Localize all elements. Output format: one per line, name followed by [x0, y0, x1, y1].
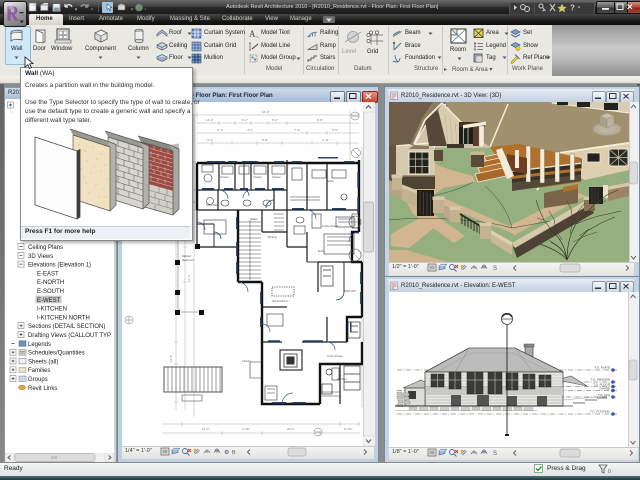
- svg-text:Stairs: Stairs: [250, 217, 258, 221]
- svg-text:8'-2": 8'-2": [242, 118, 248, 122]
- svg-text:7'-3": 7'-3": [294, 128, 300, 132]
- svg-text:T.O. WINDOW: T.O. WINDOW: [591, 378, 611, 382]
- svg-text:I-KITCHEN NORTH: I-KITCHEN NORTH: [37, 315, 90, 321]
- svg-text:T.O. PLATE: T.O. PLATE: [594, 366, 610, 370]
- svg-text:9'-8": 9'-8": [317, 118, 323, 122]
- svg-text:E-EAST: E-EAST: [37, 271, 59, 277]
- svg-text:Mstr Bath: Mstr Bath: [206, 203, 219, 207]
- svg-text:Sections (DETAIL SECTION): Sections (DETAIL SECTION): [28, 324, 105, 330]
- svg-text:Legends: Legends: [28, 342, 51, 348]
- svg-text:6'-1": 6'-1": [217, 128, 223, 132]
- svg-text:Closet: Closet: [253, 175, 262, 179]
- svg-text:Families: Families: [28, 368, 50, 374]
- svg-text:E-NORTH: E-NORTH: [37, 280, 64, 286]
- svg-text:3D Views: 3D Views: [28, 254, 53, 260]
- svg-text:5'-8": 5'-8": [262, 138, 268, 142]
- svg-text:12'-4": 12'-4": [206, 118, 214, 122]
- svg-text:Groups: Groups: [28, 377, 48, 383]
- svg-text:GRADE: GRADE: [599, 387, 610, 391]
- svg-text:Cust Closet: Cust Closet: [327, 354, 343, 358]
- svg-text:S: S: [493, 266, 497, 272]
- svg-text:5'-9": 5'-9": [332, 128, 338, 132]
- svg-text:Great Room: Great Room: [272, 299, 289, 303]
- svg-text:I-KITCHEN: I-KITCHEN: [37, 307, 67, 313]
- svg-text:Ceiling Plans: Ceiling Plans: [28, 245, 63, 251]
- svg-text:Bedroom: Bedroom: [182, 258, 195, 262]
- svg-text:4'-6": 4'-6": [247, 128, 253, 132]
- svg-text:14'-2": 14'-2": [202, 427, 210, 431]
- svg-text:⚙: ⚙: [224, 449, 229, 456]
- svg-text:4'-11": 4'-11": [322, 138, 329, 142]
- svg-text:Drafting Views (CALLOUT TYP: Drafting Views (CALLOUT TYP: [28, 333, 111, 339]
- svg-text:3'-2": 3'-2": [207, 138, 213, 142]
- svg-text:11'-2": 11'-2": [169, 355, 173, 362]
- svg-text:S: S: [493, 451, 497, 457]
- svg-text:34'-6": 34'-6": [262, 110, 270, 114]
- svg-text:0: 0: [608, 469, 611, 474]
- svg-text:?: ?: [570, 4, 575, 13]
- svg-text:Dining: Dining: [268, 235, 277, 239]
- svg-text:Closet: Closet: [272, 175, 281, 179]
- svg-text:Sheets (all): Sheets (all): [28, 359, 58, 365]
- svg-text:Revit Links: Revit Links: [28, 386, 57, 392]
- svg-text:8'-1/2": 8'-1/2": [344, 427, 352, 431]
- svg-text:16'-3": 16'-3": [187, 274, 191, 282]
- svg-text:Living Room: Living Room: [322, 224, 339, 228]
- svg-text:Elevations (Elevation 1): Elevations (Elevation 1): [28, 263, 91, 269]
- svg-text:Schedules/Quantities: Schedules/Quantities: [28, 351, 85, 357]
- svg-text:SNG RD: SNG RD: [344, 289, 357, 293]
- svg-text:T.O. FOOTING: T.O. FOOTING: [590, 410, 611, 414]
- svg-text:­B: ­B: [232, 450, 236, 456]
- svg-text:Kitchen: Kitchen: [337, 377, 347, 381]
- svg-text:A: A: [249, 29, 256, 39]
- svg-text:E-WEST: E-WEST: [37, 298, 61, 304]
- svg-text:Suite: Suite: [327, 179, 334, 183]
- svg-text:22'-4": 22'-4": [287, 427, 295, 431]
- svg-text:Entry: Entry: [318, 249, 326, 253]
- svg-text:6'-0": 6'-0": [272, 118, 278, 122]
- svg-text:Closet: Closet: [220, 175, 229, 179]
- svg-text:4'-10": 4'-10": [242, 427, 250, 431]
- svg-text:E-SOUTH: E-SOUTH: [37, 289, 64, 295]
